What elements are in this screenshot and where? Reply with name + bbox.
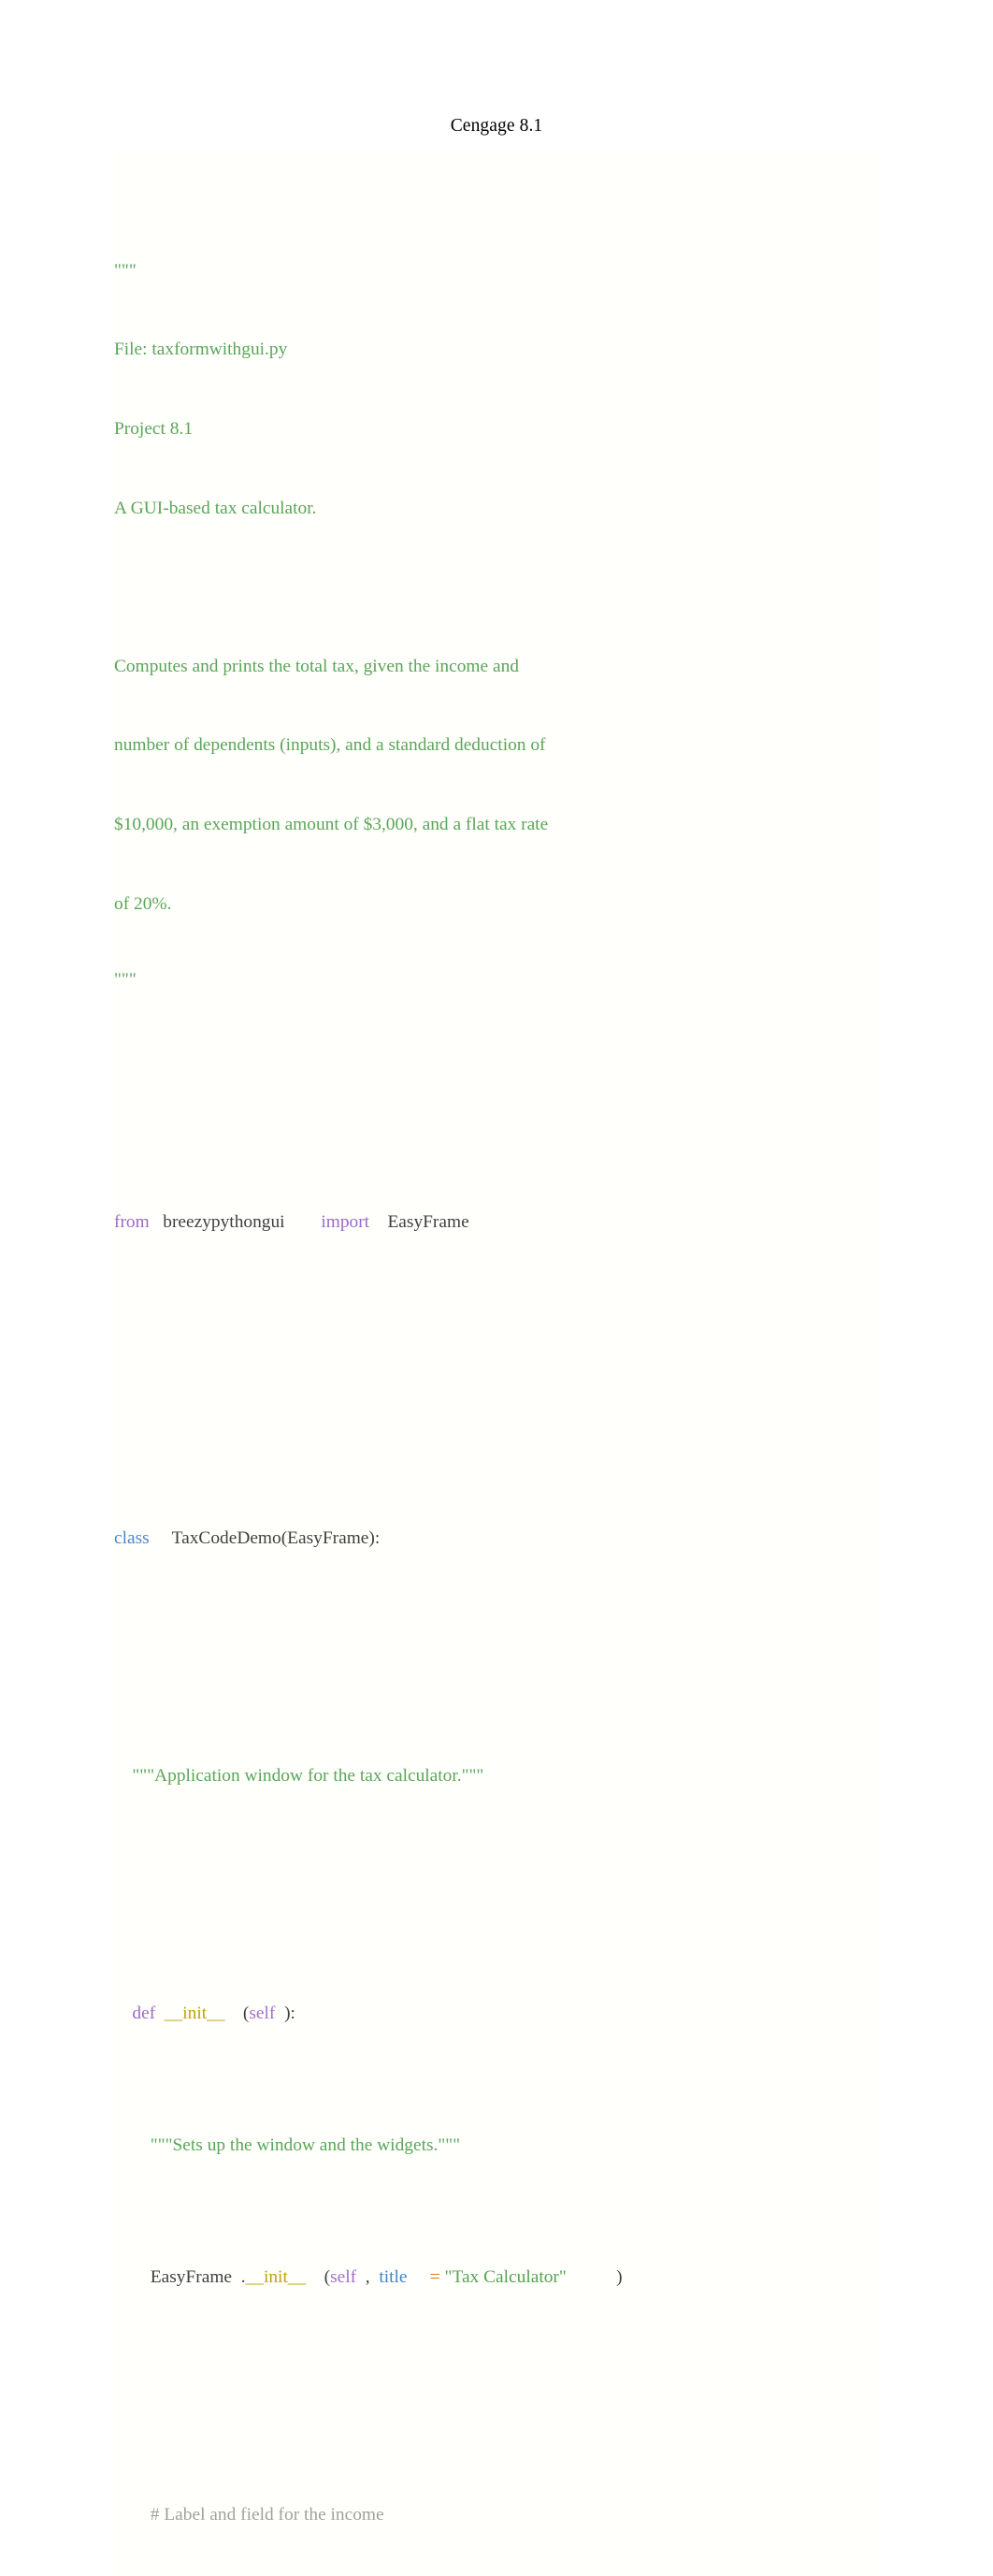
code-line-class: class TaxCodeDemo(EasyFrame): (114, 1526, 880, 1552)
import-symbol-name: EasyFrame (387, 1211, 469, 1232)
class-docstring: """Application window for the tax calcul… (132, 1766, 484, 1787)
arg-title: title (379, 2266, 408, 2287)
docstring-text: of 20%. (114, 893, 172, 914)
code-line-super-init: EasyFrame .__init__ (self , title = "Tax… (114, 2265, 880, 2291)
code-line-doc-6: $10,000, an exemption amount of $3,000, … (114, 812, 880, 838)
code-line-doc-7: of 20%. (114, 891, 880, 918)
keyword-def: def (132, 2003, 156, 2023)
comment-income: # Label and field for the income (150, 2504, 384, 2525)
function-name-init: __init__ (164, 2003, 225, 2023)
page-title: Cengage 8.1 (450, 116, 543, 136)
close-paren-colon: ): (284, 2003, 295, 2023)
docstring-text: A GUI-based tax calculator. (114, 498, 317, 518)
keyword-self: self (249, 2003, 276, 2023)
docstring-close-quote: """ (114, 970, 137, 991)
docstring-text: $10,000, an exemption amount of $3,000, … (114, 815, 549, 835)
close-paren: ) (616, 2266, 623, 2287)
code-line-doc-0: File: taxformwithgui.py (114, 337, 880, 363)
code-line-doc-1: Project 8.1 (114, 416, 880, 442)
code-line-init-docstring: """Sets up the window and the widgets.""… (114, 2133, 880, 2159)
keyword-from: from (114, 1211, 150, 1232)
base-class-name: EasyFrame (150, 2266, 233, 2287)
code-line-import: from breezypythongui import EasyFrame (114, 1209, 880, 1236)
code-line-docstring-close: """ (114, 970, 880, 996)
code-line-docstring-open: """ (114, 258, 880, 284)
docstring-text: File: taxformwithgui.py (114, 340, 288, 360)
string-title-value: "Tax Calculator" (444, 2266, 567, 2287)
keyword-class: class (114, 1528, 150, 1549)
docstring-text: number of dependents (inputs), and a sta… (114, 735, 546, 756)
code-line-class-docstring: """Application window for the tax calcul… (114, 1763, 880, 1789)
document-page: Cengage 8.1 """ File: taxformwithgui.py … (0, 0, 993, 2576)
init-docstring: """Sets up the window and the widgets.""… (150, 2135, 461, 2155)
code-line-doc-2: A GUI-based tax calculator. (114, 496, 880, 522)
code-line-doc-4: Computes and prints the total tax, given… (114, 654, 880, 680)
keyword-self: self (330, 2266, 357, 2287)
code-line-comment-income: # Label and field for the income (114, 2502, 880, 2528)
method-name-init: __init__ (245, 2266, 307, 2287)
operator-equals: = (429, 2266, 440, 2287)
code-line-doc-5: number of dependents (inputs), and a sta… (114, 732, 880, 759)
code-listing: """ File: taxformwithgui.py Project 8.1 … (114, 152, 880, 2576)
docstring-open-quote: """ (114, 260, 137, 281)
import-module-name: breezypythongui (163, 1211, 285, 1232)
code-line-def-init: def __init__ (self ): (114, 2001, 880, 2027)
keyword-import: import (321, 1211, 370, 1232)
docstring-text: Computes and prints the total tax, given… (114, 656, 519, 676)
class-name: TaxCodeDemo(EasyFrame): (171, 1528, 381, 1549)
docstring-text: Project 8.1 (114, 419, 194, 440)
